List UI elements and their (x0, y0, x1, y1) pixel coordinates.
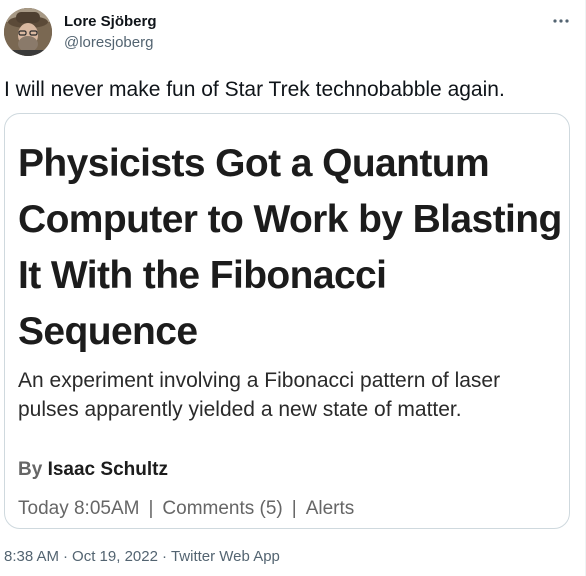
tweet-date[interactable]: Oct 19, 2022 (72, 548, 158, 565)
comments-link[interactable]: Comments (5) (162, 498, 282, 519)
meta-separator: | (291, 498, 297, 519)
tweet-text: I will never make fun of Star Trek techn… (4, 78, 505, 101)
article-byline: By Isaac Schultz (18, 458, 168, 482)
tweet-footer: 8:38 AM · Oct 19, 2022 · Twitter Web App (4, 548, 280, 566)
article-meta: Today 8:05AM | Comments (5) | Alerts (18, 497, 354, 521)
footer-dot: · (63, 548, 69, 565)
author-name[interactable]: Lore Sjöberg (64, 13, 157, 31)
footer-dot: · (161, 548, 167, 565)
tweet-time[interactable]: 8:38 AM (4, 548, 59, 565)
byline-prefix: By (18, 459, 43, 480)
more-horizontal-icon (553, 19, 569, 23)
author-handle[interactable]: @loresjoberg (64, 34, 153, 52)
article-subhead: An experiment involving a Fibonacci patt… (18, 369, 501, 421)
avatar-photo-icon (4, 8, 52, 56)
avatar[interactable] (4, 8, 52, 56)
alerts-link[interactable]: Alerts (306, 498, 355, 519)
meta-separator: | (148, 498, 154, 519)
article-time: Today 8:05AM (18, 498, 140, 519)
link-preview-card[interactable]: Physicists Got a Quantum Computer to Wor… (4, 113, 570, 529)
article-headline: Physicists Got a Quantum Computer to Wor… (18, 142, 562, 353)
article-author: Isaac Schultz (47, 459, 168, 480)
more-options-button[interactable] (546, 10, 576, 32)
tweet-source[interactable]: Twitter Web App (171, 548, 280, 565)
